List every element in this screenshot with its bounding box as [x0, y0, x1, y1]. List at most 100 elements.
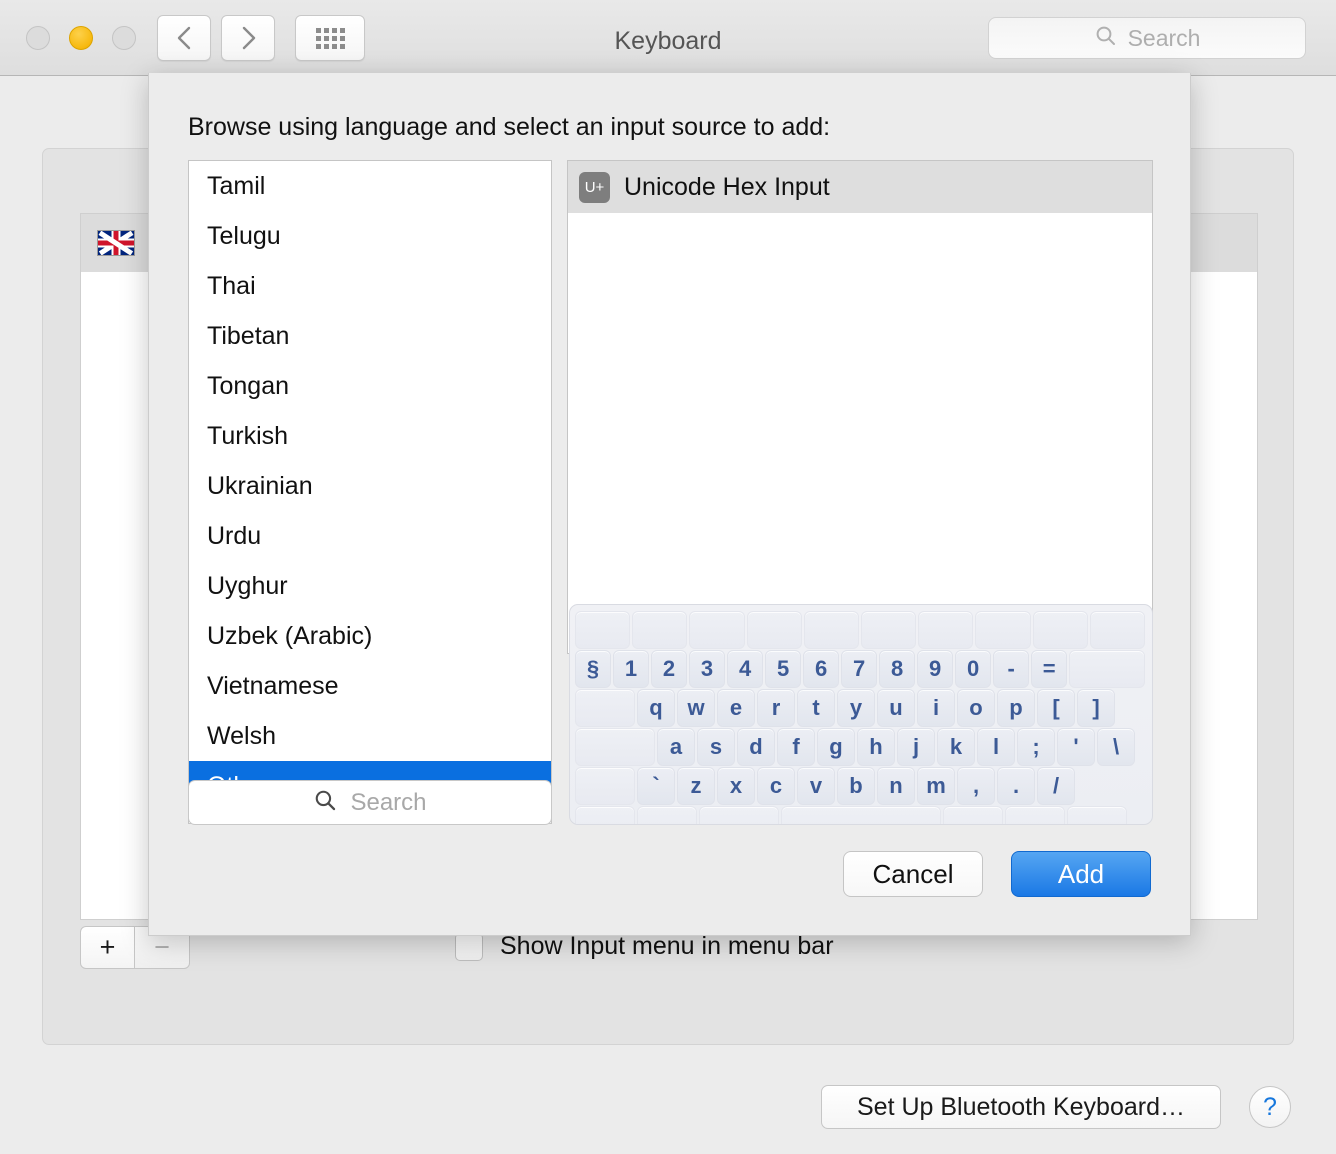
key-p: p — [997, 689, 1035, 727]
key-equals: = — [1031, 650, 1067, 688]
key-c: c — [757, 767, 795, 805]
key-blank — [689, 611, 744, 649]
search-icon — [313, 788, 338, 818]
language-search-placeholder: Search — [350, 789, 426, 817]
language-item[interactable]: Tamil — [189, 161, 551, 211]
cancel-button[interactable]: Cancel — [843, 851, 983, 897]
language-item[interactable]: Thai — [189, 261, 551, 311]
key-delete — [1069, 650, 1145, 688]
key-3: 3 — [689, 650, 725, 688]
key-f: f — [777, 728, 815, 766]
key-bracket-left: [ — [1037, 689, 1075, 727]
key-r: r — [757, 689, 795, 727]
language-item[interactable]: Welsh — [189, 711, 551, 761]
input-source-results-list[interactable]: U+ Unicode Hex Input — [567, 160, 1153, 654]
key-comma: , — [957, 767, 995, 805]
key-7: 7 — [841, 650, 877, 688]
key-arrow-cluster — [1067, 806, 1127, 825]
language-item[interactable]: Ukrainian — [189, 461, 551, 511]
keyboard-row-numbers: § 1 2 3 4 5 6 7 8 9 0 - = — [575, 650, 1147, 688]
keyboard-row-home: a s d f g h j k l ; ' \ — [575, 728, 1147, 766]
key-quote: ' — [1057, 728, 1095, 766]
language-item[interactable]: Vietnamese — [189, 661, 551, 711]
key-z: z — [677, 767, 715, 805]
key-g: g — [817, 728, 855, 766]
key-section: § — [575, 650, 611, 688]
key-period: . — [997, 767, 1035, 805]
show-input-menu-checkbox[interactable] — [455, 933, 483, 961]
key-blank — [861, 611, 916, 649]
key-caps-lock — [575, 728, 655, 766]
add-button[interactable]: Add — [1011, 851, 1151, 897]
language-item[interactable]: Uyghur — [189, 561, 551, 611]
key-u: u — [877, 689, 915, 727]
key-x: x — [717, 767, 755, 805]
set-up-bluetooth-keyboard-button[interactable]: Set Up Bluetooth Keyboard… — [821, 1085, 1221, 1129]
show-input-menu-label: Show Input menu in menu bar — [500, 932, 834, 961]
language-item[interactable]: Uzbek (Arabic) — [189, 611, 551, 661]
language-item[interactable]: Tibetan — [189, 311, 551, 361]
add-input-source-sheet: Browse using language and select an inpu… — [148, 73, 1191, 936]
keyboard-preferences-window: Keyboard Search British + − Show Input m… — [0, 0, 1336, 1154]
key-o: o — [957, 689, 995, 727]
key-q: q — [637, 689, 675, 727]
language-item[interactable]: Turkish — [189, 411, 551, 461]
keyboard-row-modifiers — [575, 806, 1147, 825]
show-input-menu-row[interactable]: Show Input menu in menu bar — [455, 932, 834, 961]
key-i: i — [917, 689, 955, 727]
key-9: 9 — [917, 650, 953, 688]
key-space — [781, 806, 941, 825]
window-titlebar: Keyboard Search — [0, 0, 1336, 76]
search-icon — [1094, 24, 1118, 53]
keyboard-row-qwerty: q w e r t y u i o p [ ] — [575, 689, 1147, 727]
language-item[interactable]: Tongan — [189, 361, 551, 411]
add-input-source-button[interactable]: + — [80, 926, 135, 969]
key-2: 2 — [651, 650, 687, 688]
key-shift-left — [575, 767, 635, 805]
key-control — [637, 806, 697, 825]
key-backtick: ` — [637, 767, 675, 805]
sheet-title: Browse using language and select an inpu… — [188, 113, 830, 142]
language-list[interactable]: Tamil Telugu Thai Tibetan Tongan Turkish… — [188, 160, 552, 824]
help-button[interactable]: ? — [1249, 1086, 1291, 1128]
input-source-option-label: Unicode Hex Input — [624, 173, 830, 202]
input-source-option-unicode-hex-input[interactable]: U+ Unicode Hex Input — [568, 161, 1152, 213]
toolbar-search-input[interactable]: Search — [988, 17, 1306, 59]
key-blank — [1033, 611, 1088, 649]
key-b: b — [837, 767, 875, 805]
key-n: n — [877, 767, 915, 805]
sheet-button-row: Cancel Add — [843, 851, 1151, 897]
language-search-input[interactable]: Search — [188, 780, 552, 825]
key-minus: - — [993, 650, 1029, 688]
key-s: s — [697, 728, 735, 766]
key-t: t — [797, 689, 835, 727]
key-tab — [575, 689, 635, 727]
key-blank — [804, 611, 859, 649]
key-backslash: \ — [1097, 728, 1135, 766]
keyboard-row-bottom: ` z x c v b n m , . / — [575, 767, 1147, 805]
key-bracket-right: ] — [1077, 689, 1115, 727]
key-blank — [918, 611, 973, 649]
key-6: 6 — [803, 650, 839, 688]
key-j: j — [897, 728, 935, 766]
u-plus-icon: U+ — [579, 172, 610, 203]
key-4: 4 — [727, 650, 763, 688]
key-blank — [1090, 611, 1145, 649]
key-a: a — [657, 728, 695, 766]
key-fn — [575, 806, 635, 825]
key-w: w — [677, 689, 715, 727]
key-option-left — [699, 806, 779, 825]
key-m: m — [917, 767, 955, 805]
key-1: 1 — [613, 650, 649, 688]
key-e: e — [717, 689, 755, 727]
key-option-right — [1005, 806, 1065, 825]
key-l: l — [977, 728, 1015, 766]
key-y: y — [837, 689, 875, 727]
language-item[interactable]: Urdu — [189, 511, 551, 561]
key-5: 5 — [765, 650, 801, 688]
toolbar-search-placeholder: Search — [1128, 25, 1201, 52]
key-slash: / — [1037, 767, 1075, 805]
keyboard-layout-preview: § 1 2 3 4 5 6 7 8 9 0 - = q w e r — [569, 604, 1153, 825]
key-blank — [747, 611, 802, 649]
language-item[interactable]: Telugu — [189, 211, 551, 261]
